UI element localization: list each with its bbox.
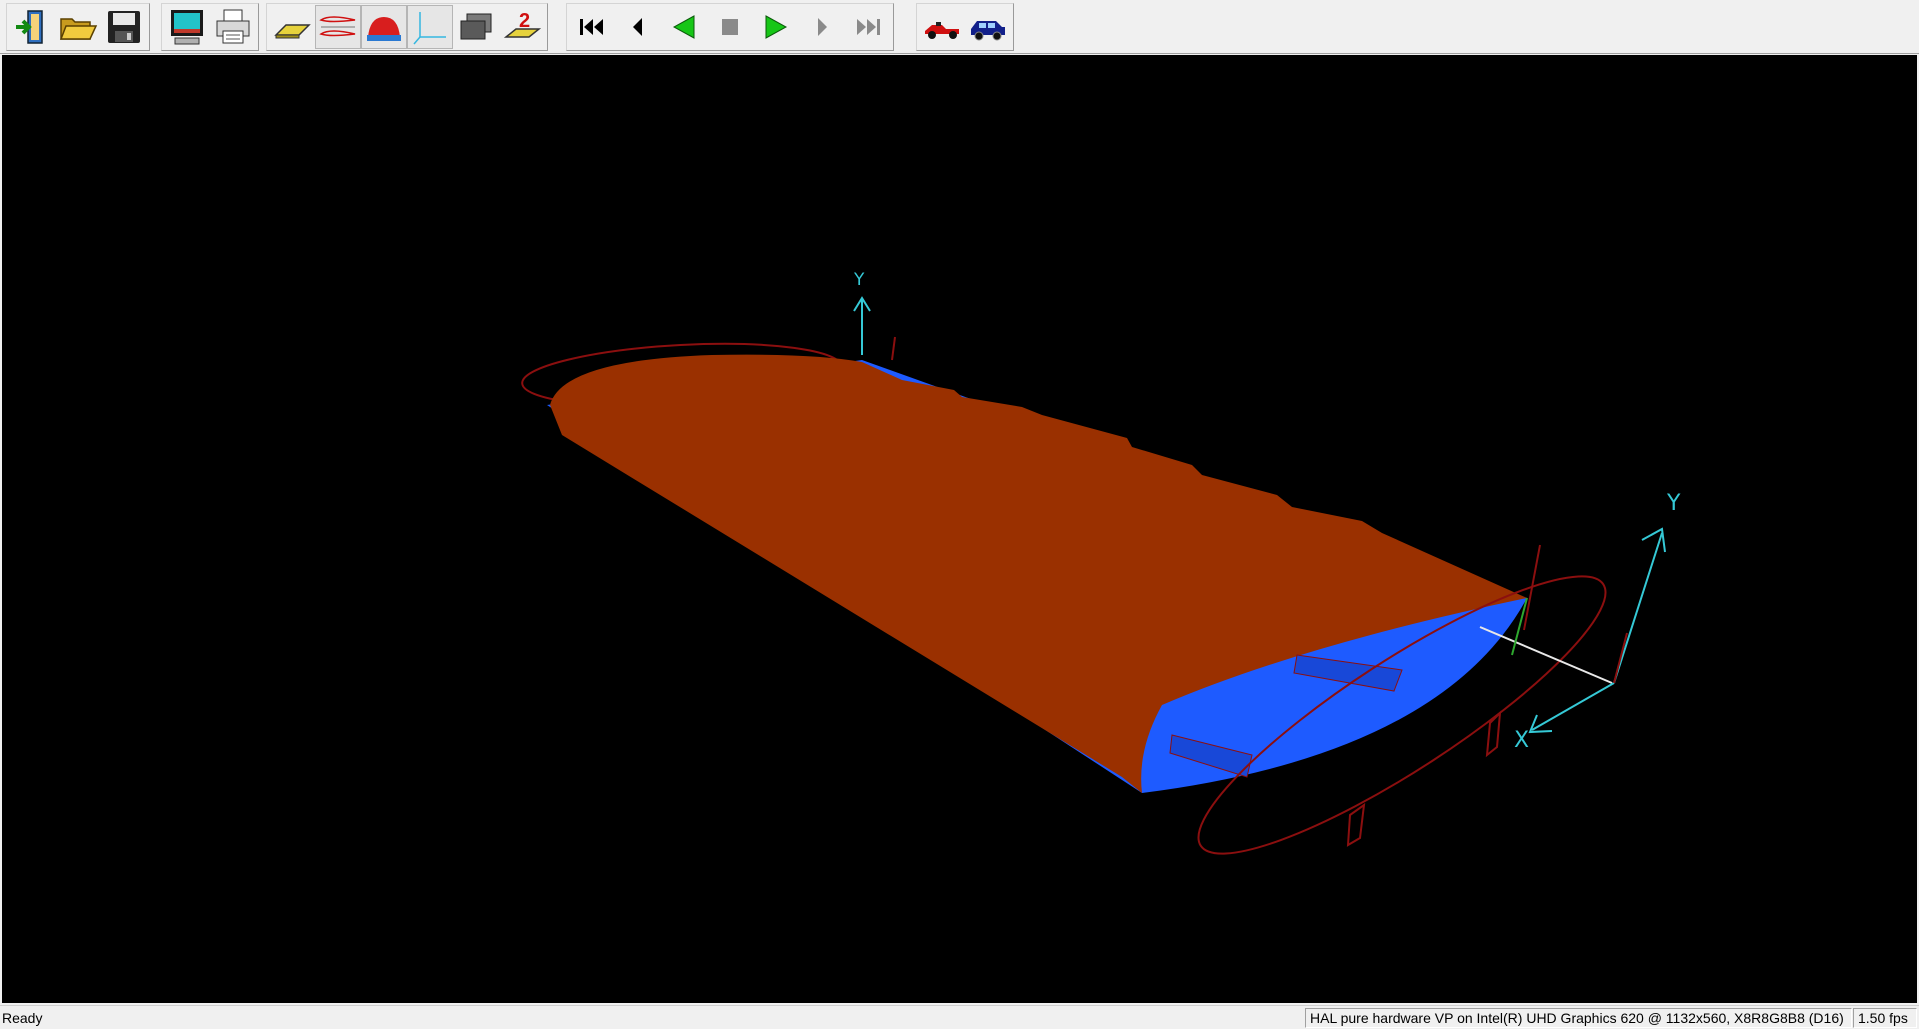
exit-button[interactable] xyxy=(9,5,55,49)
main-toolbar: 2 xyxy=(0,0,1919,54)
toolbar-group-output xyxy=(161,3,259,51)
tip-far-x-axis xyxy=(1613,632,1628,684)
print-icon xyxy=(216,9,250,44)
race-car-icon xyxy=(925,22,959,39)
status-ready-text: Ready xyxy=(2,1010,43,1026)
axes-button[interactable] xyxy=(407,5,453,49)
prev-frame-button[interactable] xyxy=(615,5,661,49)
3d-viewport[interactable]: Y Y X xyxy=(2,55,1917,1003)
play-backward-icon xyxy=(672,15,695,39)
axes-icon xyxy=(413,12,446,45)
play-forward-button[interactable] xyxy=(753,5,799,49)
tip-x-axis xyxy=(1531,682,1615,731)
status-fps-pane: 1.50 fps xyxy=(1853,1008,1917,1028)
status-bar: Ready HAL pure hardware VP on Intel(R) U… xyxy=(0,1005,1919,1029)
layers-button[interactable] xyxy=(453,5,499,49)
tip-y-arrow xyxy=(1641,527,1666,553)
toolbar-group-animation xyxy=(566,3,894,51)
prev-frame-icon xyxy=(633,18,642,36)
last-frame-icon xyxy=(857,19,880,35)
toolbar-group-vehicle xyxy=(916,3,1014,51)
wing-plane-button[interactable] xyxy=(269,5,315,49)
next-frame-icon xyxy=(818,18,827,36)
root-y-label: Y xyxy=(853,270,865,290)
first-frame-button[interactable] xyxy=(569,5,615,49)
save-button[interactable] xyxy=(101,5,147,49)
exit-icon xyxy=(16,10,43,44)
body-button[interactable] xyxy=(361,5,407,49)
tip-y-axis xyxy=(1613,532,1663,684)
toolbar-group-view: 2 xyxy=(266,3,548,51)
tip-x-label: X xyxy=(1514,728,1529,753)
screenshot-icon xyxy=(171,10,203,45)
tip-y-label: Y xyxy=(1666,491,1681,516)
car-icon xyxy=(971,21,1005,41)
tip-marker-2 xyxy=(1346,802,1366,847)
svg-text:2: 2 xyxy=(519,10,530,32)
root-x-axis xyxy=(891,336,896,361)
next-frame-button[interactable] xyxy=(799,5,845,49)
status-renderer-pane: HAL pure hardware VP on Intel(R) UHD Gra… xyxy=(1305,1008,1852,1028)
wing-plane-icon xyxy=(274,24,311,39)
print-button[interactable] xyxy=(210,5,256,49)
toolbar-group-file xyxy=(6,3,150,51)
step-two-button[interactable]: 2 xyxy=(499,5,545,49)
tip-marker-1 xyxy=(1485,710,1502,758)
airfoil-button[interactable] xyxy=(315,5,361,49)
layers-icon xyxy=(460,13,492,40)
airfoil-icon xyxy=(319,16,356,37)
race-car-button[interactable] xyxy=(919,5,965,49)
play-forward-icon xyxy=(765,15,788,39)
screenshot-button[interactable] xyxy=(164,5,210,49)
save-disk-icon xyxy=(108,11,140,43)
body-icon xyxy=(367,17,401,41)
open-button[interactable] xyxy=(55,5,101,49)
play-backward-button[interactable] xyxy=(661,5,707,49)
car-button[interactable] xyxy=(965,5,1011,49)
last-frame-button[interactable] xyxy=(845,5,891,49)
step-two-icon: 2 xyxy=(503,10,542,38)
first-frame-icon xyxy=(580,19,603,35)
open-folder-icon xyxy=(59,18,98,40)
stop-icon xyxy=(722,19,738,35)
stop-button[interactable] xyxy=(707,5,753,49)
tip-x-axis-red xyxy=(1523,544,1541,631)
wing-scene[interactable]: Y Y X xyxy=(2,55,1917,1003)
